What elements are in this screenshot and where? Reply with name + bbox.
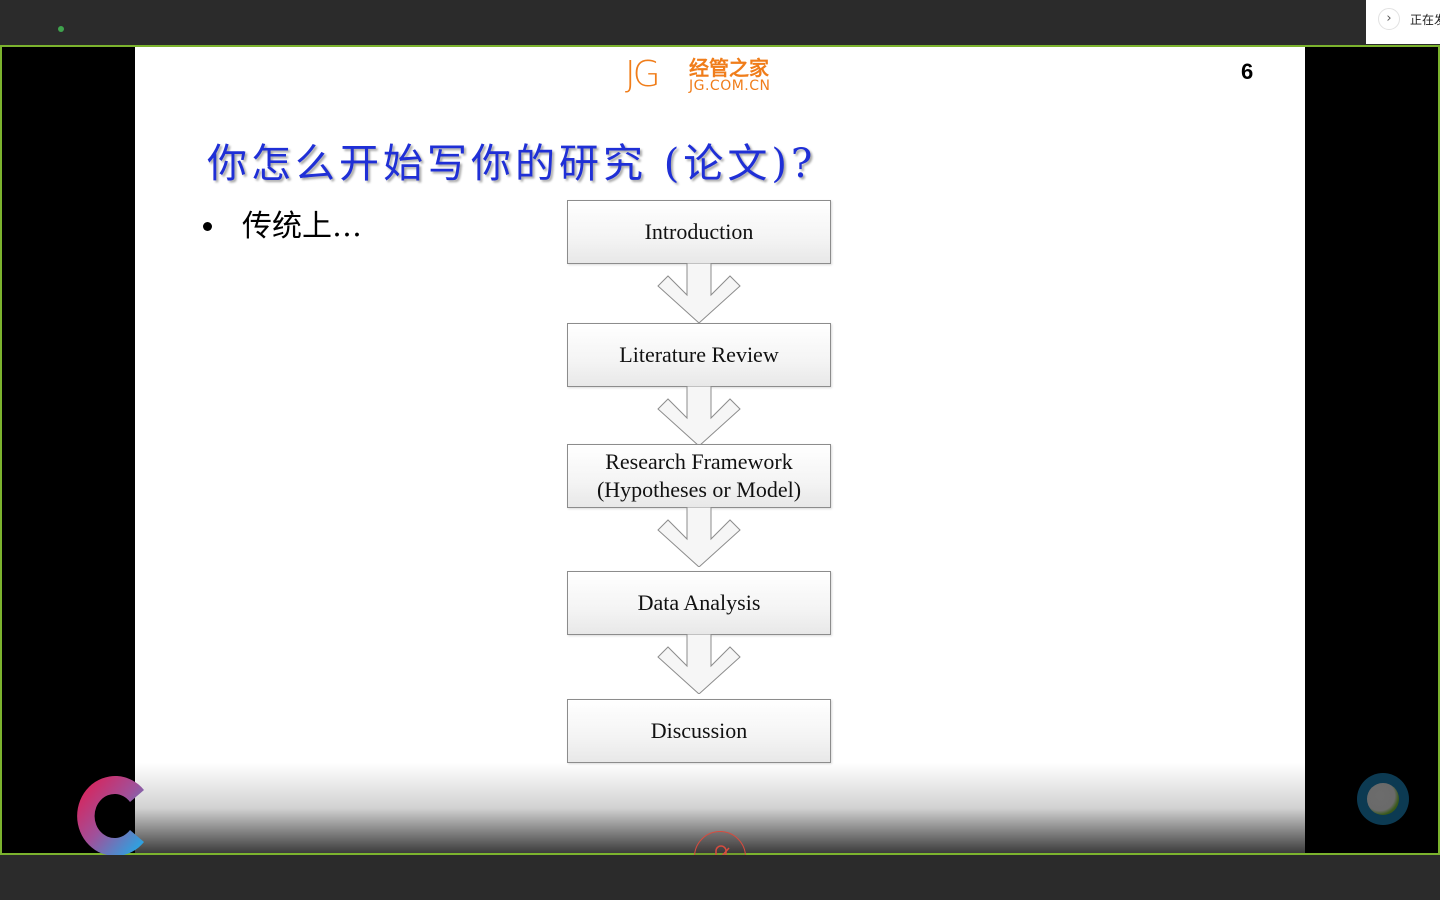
logo-name: 经管之家	[689, 56, 769, 80]
down-arrow-icon	[657, 507, 741, 567]
down-arrow-icon	[657, 634, 741, 694]
presentation-slide: JG 经管之家 JG.COM.CN 6 你怎么开始写你的研究 (论文)? 传统上…	[135, 47, 1305, 853]
chevron-right-icon[interactable]: ›	[1378, 8, 1400, 30]
live-status-label: 正在发	[1410, 13, 1440, 27]
bullet-text: 传统上…	[242, 209, 362, 244]
flow-step-introduction: Introduction	[567, 200, 831, 264]
slide-page-number: 6	[1241, 59, 1254, 84]
flow-step-line: Research Framework	[605, 449, 793, 474]
flow-step-line: (Hypotheses or Model)	[596, 477, 802, 502]
flow-step-research-framework: Research Framework (Hypotheses or Model)	[567, 444, 831, 508]
top-bar: › 正在发	[0, 0, 1440, 45]
down-arrow-icon	[657, 263, 741, 323]
flow-step-data-analysis: Data Analysis	[567, 571, 831, 635]
bullet-item: 传统上…	[203, 201, 362, 245]
user-avatar-icon	[1367, 783, 1399, 815]
live-status-panel[interactable]: › 正在发	[1366, 0, 1440, 44]
flow-step-discussion: Discussion	[567, 699, 831, 763]
down-arrow-icon	[657, 386, 741, 446]
logo-url: JG.COM.CN	[689, 78, 771, 94]
jg-logo: JG 经管之家 JG.COM.CN	[625, 55, 785, 97]
flow-step-literature-review: Literature Review	[567, 323, 831, 387]
user-avatar[interactable]	[1357, 773, 1409, 825]
c-logo-icon	[77, 776, 144, 856]
slide-title: 你怎么开始写你的研究 (论文)?	[207, 141, 817, 187]
bullet-icon	[203, 221, 212, 231]
bottom-bar	[0, 855, 1440, 900]
logo-mark: JG	[625, 54, 660, 95]
status-dot	[58, 26, 64, 32]
